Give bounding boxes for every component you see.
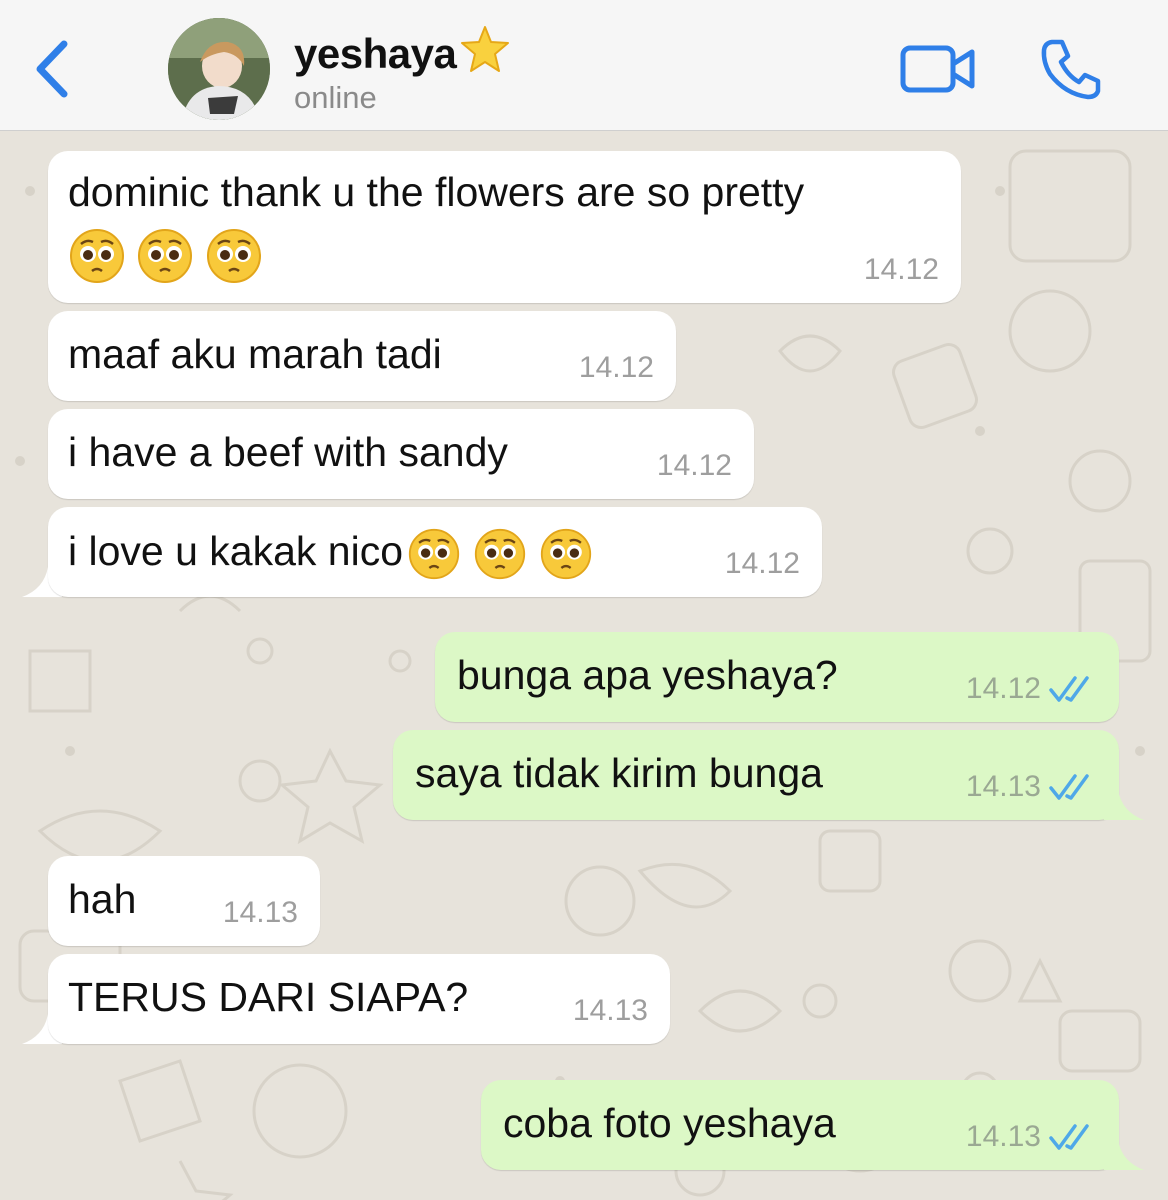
message-text: TERUS DARI SIAPA? xyxy=(68,974,469,1020)
bubble-tail-outgoing xyxy=(1104,1140,1144,1170)
message-timestamp: 14.12 xyxy=(965,672,1041,705)
pleading-face-emoji-icon xyxy=(206,229,261,283)
message-timestamp: 14.13 xyxy=(572,994,648,1027)
contact-name: yeshaya xyxy=(294,24,512,78)
pleading-face-emoji-icon xyxy=(138,229,193,283)
message-timestamp: 14.12 xyxy=(656,449,732,482)
message-bubble-incoming[interactable]: i love u kakak nico 14.12 xyxy=(48,507,822,597)
bubble-tail-outgoing xyxy=(1104,790,1144,820)
message-timestamp: 14.12 xyxy=(863,253,939,286)
pleading-face-emoji-icon xyxy=(408,528,460,580)
message-bubble-incoming[interactable]: hah 14.13 xyxy=(48,856,320,946)
message-bubble-incoming[interactable]: i have a beef with sandy 14.12 xyxy=(48,409,754,499)
contact-avatar[interactable] xyxy=(168,18,270,120)
star-emoji-icon xyxy=(461,26,510,72)
message-bubble-outgoing[interactable]: saya tidak kirim bunga 14.13 xyxy=(393,730,1119,820)
message-text: hah xyxy=(68,876,137,922)
message-timestamp: 14.13 xyxy=(222,896,298,929)
pleading-face-emoji-icon xyxy=(474,528,526,580)
message-text: i love u kakak nico xyxy=(68,527,593,581)
read-receipt-icon xyxy=(1049,1124,1089,1150)
message-text: dominic thank u the flowers are so prett… xyxy=(68,169,805,215)
message-bubble-incoming[interactable]: maaf aku marah tadi 14.12 xyxy=(48,311,676,401)
message-bubble-incoming[interactable]: TERUS DARI SIAPA? 14.13 xyxy=(48,954,670,1044)
message-text: maaf aku marah tadi xyxy=(68,331,442,377)
pleading-face-emoji-icon xyxy=(70,229,124,283)
chat-header: yeshaya online xyxy=(0,0,1168,131)
video-camera-icon xyxy=(900,45,975,93)
message-timestamp: 14.12 xyxy=(578,351,654,384)
message-bubble-outgoing[interactable]: bunga apa yeshaya? 14.12 xyxy=(435,632,1119,722)
message-timestamp: 14.13 xyxy=(965,770,1041,803)
back-button[interactable] xyxy=(28,36,80,102)
message-bubble-outgoing[interactable]: coba foto yeshaya 14.13 xyxy=(481,1080,1119,1170)
contact-title[interactable]: yeshaya online xyxy=(294,24,512,116)
message-timestamp: 14.13 xyxy=(965,1120,1041,1153)
contact-status: online xyxy=(294,80,377,115)
emoji-row xyxy=(68,227,263,287)
read-receipt-icon xyxy=(1049,774,1089,800)
voice-call-button[interactable] xyxy=(1038,36,1104,102)
message-text: bunga apa yeshaya? xyxy=(457,652,838,698)
phone-icon xyxy=(1041,39,1101,100)
message-text: coba foto yeshaya xyxy=(503,1100,836,1146)
message-timestamp: 14.12 xyxy=(724,547,800,580)
chevron-left-icon xyxy=(36,40,68,98)
message-text: saya tidak kirim bunga xyxy=(415,750,823,796)
message-text: i have a beef with sandy xyxy=(68,429,508,475)
pleading-face-emoji-icon xyxy=(540,528,592,580)
message-list[interactable]: dominic thank u the flowers are so prett… xyxy=(0,131,1168,1200)
message-bubble-incoming[interactable]: dominic thank u the flowers are so prett… xyxy=(48,151,961,303)
video-call-button[interactable] xyxy=(898,38,978,100)
read-receipt-icon xyxy=(1049,676,1089,702)
